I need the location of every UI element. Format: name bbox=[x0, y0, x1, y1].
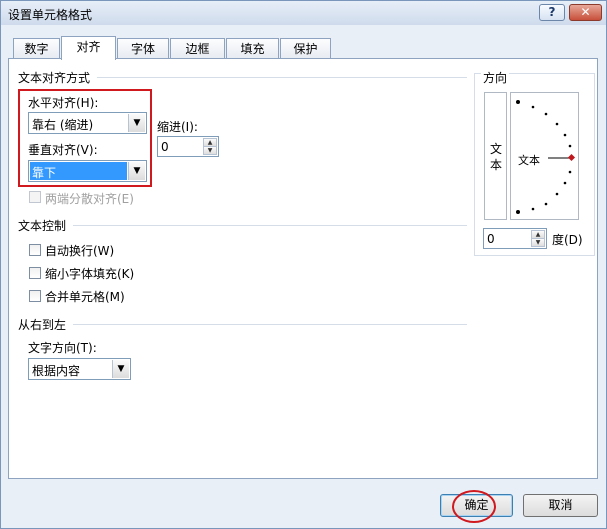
help-button[interactable]: ? bbox=[539, 4, 565, 21]
text-alignment-divider bbox=[97, 77, 467, 78]
vertical-text-label: 文本 bbox=[489, 142, 502, 172]
text-control-divider bbox=[73, 225, 467, 226]
text-direction-value: 根据内容 bbox=[32, 364, 81, 378]
tab-alignment[interactable]: 对齐 bbox=[61, 36, 116, 60]
degrees-spinner[interactable]: 0 ▲ ▼ bbox=[483, 228, 547, 249]
wrap-text-label: 自动换行(W) bbox=[45, 244, 115, 258]
distributed-checkbox[interactable] bbox=[29, 191, 41, 203]
format-cells-dialog: 设置单元格格式 ? ✕ 数字 对齐 字体 边框 填充 保护 文本对齐方式 水平对… bbox=[0, 0, 607, 529]
merge-cells-checkbox[interactable] bbox=[29, 290, 41, 302]
tab-font[interactable]: 字体 bbox=[117, 38, 169, 59]
merge-cells-label: 合并单元格(M) bbox=[45, 290, 125, 304]
title-bar[interactable]: 设置单元格格式 ? ✕ bbox=[1, 1, 606, 25]
tab-protection[interactable]: 保护 bbox=[280, 38, 331, 59]
tab-number[interactable]: 数字 bbox=[13, 38, 60, 59]
chevron-down-icon[interactable]: ▼ bbox=[112, 360, 129, 378]
indent-value: 0 bbox=[161, 140, 169, 154]
orientation-heading: 方向 bbox=[481, 69, 510, 86]
distributed-label: 两端分散对齐(E) bbox=[45, 192, 134, 206]
text-direction-select[interactable]: 根据内容 ▼ bbox=[28, 358, 131, 380]
highlight-circle bbox=[452, 490, 496, 523]
wrap-text-checkbox[interactable] bbox=[29, 244, 41, 256]
degrees-value: 0 bbox=[487, 232, 495, 246]
spin-down-icon[interactable]: ▼ bbox=[203, 146, 217, 155]
rtl-divider bbox=[73, 324, 467, 325]
tab-fill[interactable]: 填充 bbox=[226, 38, 279, 59]
shrink-to-fit-checkbox[interactable] bbox=[29, 267, 41, 279]
text-alignment-heading: 文本对齐方式 bbox=[18, 71, 91, 85]
cancel-button[interactable]: 取消 bbox=[523, 494, 598, 517]
spin-down-icon[interactable]: ▼ bbox=[531, 238, 545, 247]
indent-spinner[interactable]: 0 ▲ ▼ bbox=[157, 136, 219, 157]
tab-border[interactable]: 边框 bbox=[170, 38, 225, 59]
dialog-title: 设置单元格格式 bbox=[8, 8, 93, 22]
close-button[interactable]: ✕ bbox=[569, 4, 602, 21]
text-control-heading: 文本控制 bbox=[18, 219, 67, 233]
text-direction-label: 文字方向(T): bbox=[28, 341, 97, 355]
degrees-label: 度(D) bbox=[552, 233, 583, 247]
rtl-heading: 从右到左 bbox=[18, 318, 67, 332]
indent-label: 缩进(I): bbox=[157, 120, 198, 134]
highlight-box bbox=[18, 89, 152, 187]
shrink-to-fit-label: 缩小字体填充(K) bbox=[45, 267, 135, 281]
dial-text-label: 文本 bbox=[518, 152, 540, 168]
